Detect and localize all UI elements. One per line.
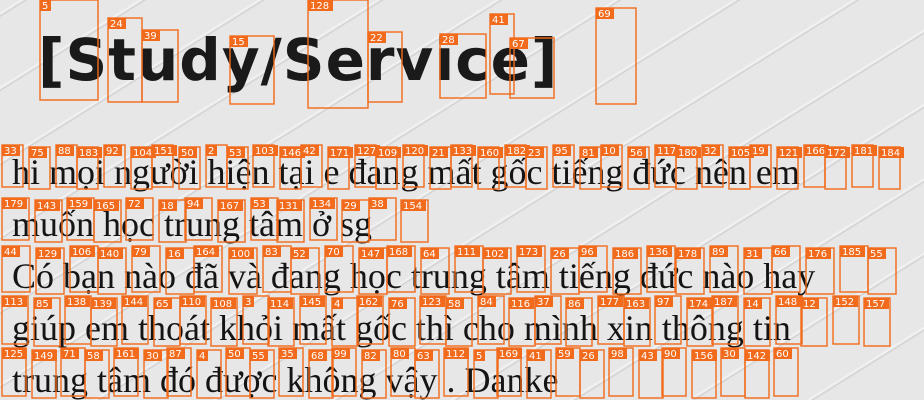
body-line: muốn học trung tâm ở sg <box>12 204 372 244</box>
body-line: hi mọi người hiện tại e đang mất gốc tiế… <box>12 152 800 192</box>
page-title: [Study/Service] <box>38 26 559 94</box>
body-line: Có bạn nào đã và đang học trung tâm tiến… <box>12 256 816 296</box>
body-line: trung tâm đó được không vậy . Danke <box>12 360 559 400</box>
body-line: giúp em thoát khỏi mất gốc thì cho mình … <box>12 308 791 348</box>
post-body: hi mọi người hiện tại e đang mất gốc tiế… <box>12 146 912 406</box>
